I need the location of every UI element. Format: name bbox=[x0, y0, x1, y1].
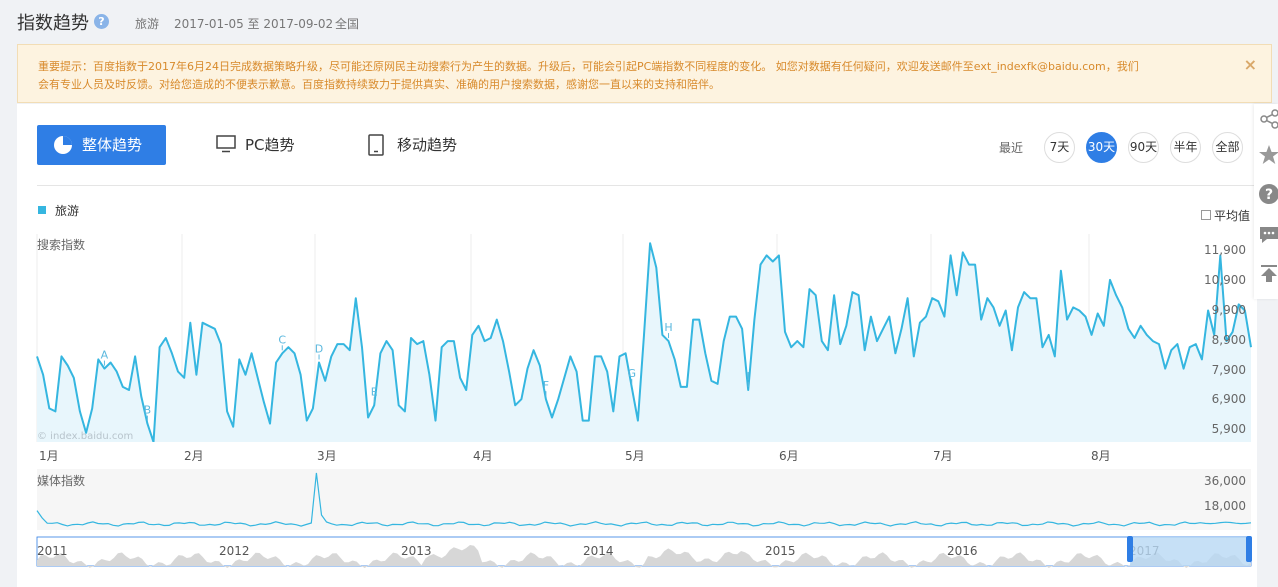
overview-year-label: 2011 bbox=[37, 544, 68, 558]
annotation-label[interactable]: G bbox=[627, 367, 636, 380]
y-tick-label: 6,900 bbox=[1212, 392, 1246, 406]
x-tick-label: 3月 bbox=[317, 449, 337, 463]
watermark: © index.baidu.com bbox=[37, 431, 133, 442]
y-tick-label: 8,900 bbox=[1212, 333, 1246, 347]
range-handle-right[interactable] bbox=[1246, 536, 1252, 562]
comment-icon[interactable] bbox=[1258, 224, 1278, 246]
annotation-label[interactable]: F bbox=[543, 379, 549, 392]
svg-text:?: ? bbox=[1265, 187, 1273, 203]
star-icon[interactable] bbox=[1258, 144, 1278, 166]
annotation-label[interactable]: I bbox=[747, 370, 750, 383]
x-tick-label: 7月 bbox=[933, 449, 953, 463]
side-toolbar: ? bbox=[1254, 104, 1278, 299]
overview-year-label: 2013 bbox=[401, 544, 432, 558]
x-tick-label: 8月 bbox=[1091, 449, 1111, 463]
overview-year-label: 2016 bbox=[947, 544, 978, 558]
y-tick-label: 11,900 bbox=[1204, 243, 1246, 257]
x-tick-label: 4月 bbox=[473, 449, 493, 463]
overview-year-label: 2012 bbox=[219, 544, 250, 558]
x-tick-label: 5月 bbox=[625, 449, 645, 463]
x-tick-label: 1月 bbox=[39, 449, 59, 463]
trend-chart: 搜索指数 © index.baidu.com 11,900 10,900 9,900… bbox=[36, 234, 1252, 568]
back-to-top-icon[interactable] bbox=[1258, 262, 1278, 284]
overview-year-label: 2015 bbox=[765, 544, 796, 558]
y-tick-label: 5,900 bbox=[1212, 422, 1246, 436]
media-index-label: 媒体指数 bbox=[37, 473, 85, 488]
x-tick-label: 6月 bbox=[779, 449, 799, 463]
overview-selection[interactable] bbox=[1130, 537, 1250, 566]
media-y-tick: 36,000 bbox=[1204, 474, 1246, 488]
y-tick-label: 10,900 bbox=[1204, 273, 1246, 287]
x-tick-label: 2月 bbox=[184, 449, 204, 463]
annotation-label[interactable]: H bbox=[664, 321, 672, 334]
share-icon[interactable] bbox=[1258, 108, 1278, 130]
annotation-label[interactable]: C bbox=[278, 333, 286, 346]
annotation-label[interactable]: E bbox=[371, 385, 378, 398]
y-tick-label: 9,900 bbox=[1212, 303, 1246, 317]
media-index-panel bbox=[37, 469, 1251, 530]
annotation-label[interactable]: A bbox=[101, 349, 109, 362]
y-tick-label: 7,900 bbox=[1212, 363, 1246, 377]
annotation-label[interactable]: D bbox=[315, 342, 323, 355]
search-index-label: 搜索指数 bbox=[37, 237, 85, 252]
question-icon[interactable]: ? bbox=[1258, 183, 1278, 205]
overview-year-label: 2014 bbox=[583, 544, 614, 558]
range-handle-left[interactable] bbox=[1127, 536, 1133, 562]
media-y-tick: 18,000 bbox=[1204, 499, 1246, 513]
annotation-label[interactable]: B bbox=[144, 404, 152, 417]
